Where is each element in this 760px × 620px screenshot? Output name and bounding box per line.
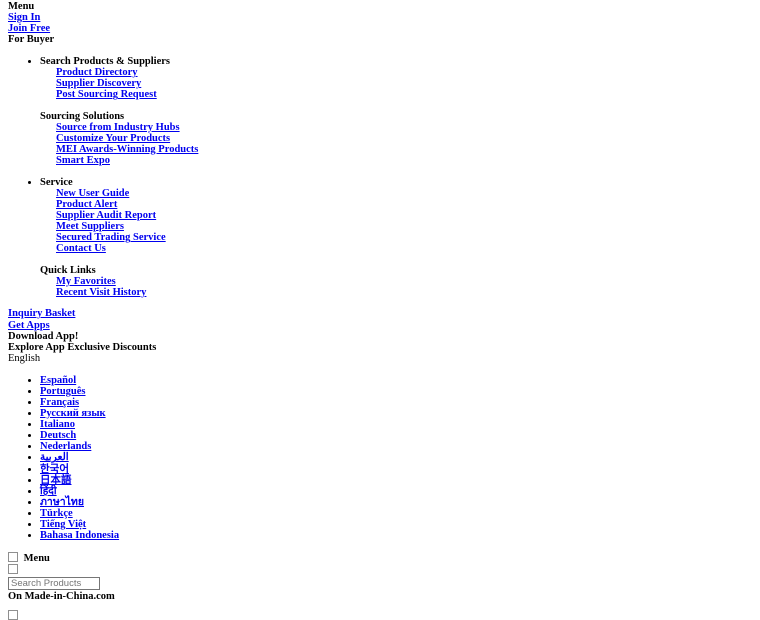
link-contact-us[interactable]: Contact Us bbox=[56, 243, 760, 254]
nav-group-title: Quick Links bbox=[40, 264, 96, 276]
get-apps-link[interactable]: Get Apps bbox=[0, 320, 760, 331]
language-item[interactable]: Deutsch bbox=[40, 430, 760, 441]
search-input[interactable] bbox=[8, 577, 100, 591]
link-secured-trading-service[interactable]: Secured Trading Service bbox=[56, 232, 760, 243]
language-link-arabic[interactable]: العربية bbox=[40, 452, 760, 463]
language-link-portugues[interactable]: Português bbox=[40, 386, 760, 397]
link-meet-suppliers[interactable]: Meet Suppliers bbox=[56, 221, 760, 232]
link-product-directory[interactable]: Product Directory bbox=[56, 67, 760, 78]
join-free-link[interactable]: Join Free bbox=[0, 23, 760, 34]
link-new-user-guide[interactable]: New User Guide bbox=[56, 188, 760, 199]
nav-group-links: My Favorites Recent Visit History bbox=[40, 276, 760, 298]
nav-group-quick-links: Quick Links My Favorites Recent Visit Hi… bbox=[40, 265, 760, 298]
link-supplier-discovery[interactable]: Supplier Discovery bbox=[56, 78, 760, 89]
language-item[interactable]: Français bbox=[40, 397, 760, 408]
link-product-alert[interactable]: Product Alert bbox=[56, 199, 760, 210]
language-link-nederlands[interactable]: Nederlands bbox=[40, 441, 760, 452]
search-scope-label: On Made-in-China.com bbox=[8, 591, 115, 603]
for-buyer-heading: For Buyer bbox=[8, 34, 55, 46]
link-supplier-audit-report[interactable]: Supplier Audit Report bbox=[56, 210, 760, 221]
nav-group-title: Search Products & Suppliers bbox=[40, 56, 170, 67]
buyer-nav-list-1: Search Products & Suppliers Product Dire… bbox=[0, 56, 760, 298]
language-item[interactable]: Bahasa Indonesia bbox=[40, 530, 760, 541]
language-item[interactable]: Türkçe bbox=[40, 508, 760, 519]
menu-toggle-label: Menu bbox=[23, 552, 50, 564]
language-item[interactable]: Русский язык bbox=[40, 408, 760, 419]
menu-toggle-checkbox[interactable] bbox=[8, 551, 18, 562]
language-link-turkce[interactable]: Türkçe bbox=[40, 508, 760, 519]
language-link-russian[interactable]: Русский язык bbox=[40, 408, 760, 419]
nav-group-sourcing-solutions: Sourcing Solutions Source from Industry … bbox=[40, 111, 760, 167]
language-link-bahasa-indonesia[interactable]: Bahasa Indonesia bbox=[40, 530, 760, 541]
link-recent-visit-history[interactable]: Recent Visit History bbox=[56, 287, 760, 298]
language-item[interactable]: हिंदी bbox=[40, 486, 760, 497]
current-language-label: English bbox=[8, 352, 41, 364]
language-link-deutsch[interactable]: Deutsch bbox=[40, 430, 760, 441]
trailing-checkbox[interactable] bbox=[8, 610, 18, 620]
language-list: Español Português Français Русский язык … bbox=[0, 375, 760, 542]
search-toggle-row bbox=[0, 564, 760, 576]
link-smart-expo[interactable]: Smart Expo bbox=[56, 155, 760, 166]
nav-group-service: Service New User Guide Product Alert Sup… bbox=[40, 177, 760, 298]
language-link-espanol[interactable]: Español bbox=[40, 375, 760, 386]
nav-group-search-products: Search Products & Suppliers Product Dire… bbox=[40, 56, 760, 166]
link-mei-awards-winning-products[interactable]: MEI Awards-Winning Products bbox=[56, 144, 760, 155]
language-item[interactable]: Nederlands bbox=[40, 441, 760, 452]
language-link-italiano[interactable]: Italiano bbox=[40, 419, 760, 430]
search-toggle-checkbox[interactable] bbox=[8, 564, 18, 574]
nav-group-title: Sourcing Solutions bbox=[40, 110, 125, 122]
search-row bbox=[0, 577, 760, 591]
language-link-thai[interactable]: ภาษาไทย bbox=[40, 497, 760, 508]
language-link-francais[interactable]: Français bbox=[40, 397, 760, 408]
language-item[interactable]: Español bbox=[40, 375, 760, 386]
language-item[interactable]: Português bbox=[40, 386, 760, 397]
language-link-hindi[interactable]: हिंदी bbox=[40, 486, 760, 497]
language-link-vietnamese[interactable]: Tiếng Việt bbox=[40, 519, 760, 530]
menu-heading: Menu bbox=[8, 1, 35, 12]
language-item[interactable]: 日本語 bbox=[40, 475, 760, 486]
language-item[interactable]: ภาษาไทย bbox=[40, 497, 760, 508]
link-my-favorites[interactable]: My Favorites bbox=[56, 276, 760, 287]
nav-group-links: Product Directory Supplier Discovery Pos… bbox=[40, 67, 760, 100]
menu-toggle-row: Menu bbox=[0, 551, 760, 564]
nav-group-title: Service bbox=[40, 176, 73, 188]
link-source-from-industry-hubs[interactable]: Source from Industry Hubs bbox=[56, 122, 760, 133]
language-item[interactable]: 한국어 bbox=[40, 464, 760, 475]
nav-group-links: Source from Industry Hubs Customize Your… bbox=[40, 122, 760, 167]
inquiry-basket-link[interactable]: Inquiry Basket bbox=[0, 308, 760, 319]
download-app-heading: Download App! bbox=[8, 330, 79, 342]
sign-in-link[interactable]: Sign In bbox=[0, 12, 760, 23]
language-link-japanese[interactable]: 日本語 bbox=[40, 475, 760, 486]
language-item[interactable]: العربية bbox=[40, 452, 760, 463]
link-customize-your-products[interactable]: Customize Your Products bbox=[56, 133, 760, 144]
link-post-sourcing-request[interactable]: Post Sourcing Request bbox=[56, 89, 760, 100]
nav-group-links: New User Guide Product Alert Supplier Au… bbox=[40, 188, 760, 255]
app-discounts-text: Explore App Exclusive Discounts bbox=[8, 341, 157, 353]
language-item[interactable]: Italiano bbox=[40, 419, 760, 430]
language-link-korean[interactable]: 한국어 bbox=[40, 464, 760, 475]
language-item[interactable]: Tiếng Việt bbox=[40, 519, 760, 530]
